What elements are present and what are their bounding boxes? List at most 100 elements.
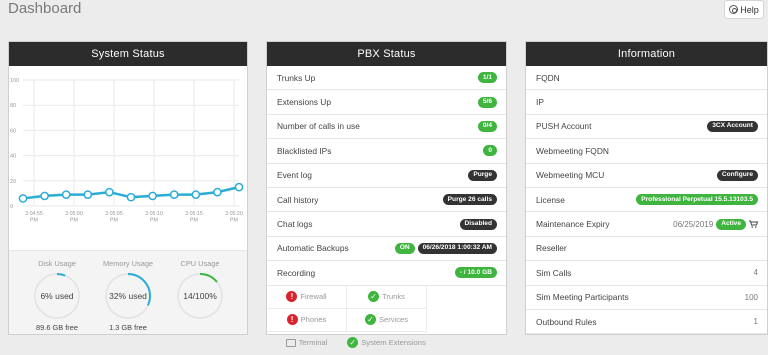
service-status-system-extensions[interactable]: ✓ System Extensions (347, 331, 427, 355)
service-status-services[interactable]: ✓ Services (347, 308, 427, 332)
y-tick-label: 40 (10, 154, 16, 160)
pbx-row-label: Trunks Up (277, 72, 316, 83)
info-badge[interactable]: Professional Perpetual 15.5.13103.5 (636, 194, 758, 206)
x-tick-label: 3:05:10 (145, 211, 163, 217)
pbx-row-badges: 0 (483, 145, 497, 157)
service-status-trunks[interactable]: ✓ Trunks (347, 285, 427, 309)
status-badge[interactable]: 06/26/2018 1:00:32 AM (417, 242, 497, 254)
information-panel: Information FQDN IP PUSH Account 3CX Accoun… (525, 41, 768, 335)
help-button[interactable]: Help (724, 0, 764, 19)
info-row-label: PUSH Account (536, 121, 592, 132)
pbx-row: Chat logs Disabled (267, 212, 506, 237)
info-row-value: 100 (745, 293, 758, 302)
y-tick-label: 60 (10, 128, 16, 134)
pbx-row-badges: - / 10.0 GB (454, 267, 497, 279)
status-badge[interactable]: Purge (468, 169, 497, 181)
info-row-label: License (536, 194, 565, 205)
pbx-row-label: Blacklisted IPs (277, 145, 332, 156)
info-row: PUSH Account 3CX Account (526, 115, 767, 140)
info-row: FQDN (526, 66, 767, 91)
pbx-row: Number of calls in use 0/4 (267, 115, 506, 140)
lifebuoy-icon (729, 5, 739, 14)
x-tick-label: 3:05:20 (225, 211, 243, 217)
data-point (191, 190, 201, 200)
check-icon: ✓ (368, 291, 380, 303)
service-label: Firewall (300, 292, 327, 302)
gauge-value: 14/100% (183, 291, 217, 301)
data-point (40, 191, 49, 201)
info-value: 06/25/2019 (673, 219, 714, 229)
status-badge[interactable]: 5/6 (477, 96, 497, 108)
system-status-title: System Status (9, 42, 247, 66)
info-row-label: Outbound Rules (536, 316, 597, 327)
y-tick-label: 20 (10, 179, 16, 185)
info-badge[interactable]: 3CX Account (707, 120, 758, 132)
info-row-label: Sim Meeting Participants (536, 292, 629, 303)
service-status-firewall[interactable]: ! Firewall (267, 285, 347, 309)
x-tick-label: PM (230, 218, 238, 224)
status-badge[interactable]: - / 10.0 GB (454, 267, 497, 279)
x-tick-label: PM (110, 218, 118, 224)
info-row-label: Sim Calls (536, 267, 572, 278)
status-badge[interactable]: 0/4 (477, 120, 497, 132)
info-row-value: 4 (754, 268, 758, 277)
data-point (18, 194, 28, 203)
service-label: Services (378, 315, 409, 325)
info-row-value: 06/25/2019 Active (673, 218, 758, 230)
info-badge[interactable]: Configure (716, 169, 758, 181)
information-title: Information (526, 42, 767, 66)
service-status-terminal[interactable]: Terminal (267, 331, 347, 355)
gauge-title: CPU Usage (180, 259, 220, 268)
pbx-row-label: Recording (277, 267, 316, 278)
status-badge[interactable]: Disabled (459, 218, 497, 230)
data-point (83, 190, 93, 200)
status-badge[interactable]: Purge 26 calls (442, 194, 497, 206)
status-badge[interactable]: 0 (483, 145, 497, 157)
y-tick-label: 80 (10, 103, 16, 109)
line-chart: 1008060402003:04:55PM3:05:00PM3:05:05PM3… (10, 78, 244, 224)
info-row-label: Reseller (536, 243, 567, 254)
info-badge[interactable]: Active (716, 218, 746, 230)
data-point (105, 187, 114, 197)
status-badge[interactable]: 1/1 (477, 72, 497, 84)
data-point (234, 182, 244, 192)
data-point (61, 190, 71, 200)
gauge-value: 6% used (40, 291, 73, 301)
usage-section: Disk Usage 6% used 89.6 GB free Memory Usag… (9, 250, 247, 334)
x-tick-label: 3:04:55 (25, 211, 43, 217)
pbx-row-label: Event log (277, 170, 312, 181)
pbx-row-badges: 5/6 (477, 96, 497, 108)
info-row-label: Maintenance Expiry (536, 219, 610, 230)
pbx-row-label: Number of calls in use (277, 121, 360, 132)
info-row-value: 1 (754, 317, 758, 326)
data-point (213, 187, 222, 197)
pbx-row: Recording - / 10.0 GB (267, 261, 506, 286)
usage-gauge-disk: Disk Usage 6% used 89.6 GB free (22, 259, 92, 332)
service-status-phones[interactable]: ! Phones (267, 308, 347, 332)
y-tick-label: 100 (10, 78, 19, 84)
y-tick-label: 0 (10, 204, 13, 210)
check-icon: ✓ (364, 314, 376, 326)
info-row-label: Webmeeting FQDN (536, 145, 609, 156)
help-label: Help (740, 4, 759, 15)
pbx-status-panel: PBX Status Trunks Up 1/1 Extensions Up 5/6 N… (266, 41, 507, 355)
pbx-row: Trunks Up 1/1 (267, 66, 506, 91)
service-label: Trunks (382, 292, 405, 302)
info-row: Webmeeting MCU Configure (526, 164, 767, 188)
cart-icon[interactable] (749, 220, 758, 228)
usage-gauge-cpu: CPU Usage 14/100% (165, 259, 235, 323)
gauge-free: 89.6 GB free (36, 323, 78, 332)
info-value: 100 (744, 292, 758, 302)
x-tick-label: 3:05:05 (105, 211, 123, 217)
data-point (148, 191, 157, 201)
service-label: Phones (300, 315, 327, 325)
info-value: 1 (753, 317, 758, 327)
info-row: Maintenance Expiry 06/25/2019 Active (526, 212, 767, 237)
status-badge[interactable]: ON (394, 242, 415, 254)
terminal-icon (285, 338, 296, 347)
info-value: 4 (753, 268, 758, 278)
gauge-ring: 6% used (34, 273, 80, 319)
x-tick-label: PM (30, 218, 38, 224)
pbx-status-title: PBX Status (267, 42, 506, 66)
info-row: Sim Calls 4 (526, 261, 767, 286)
